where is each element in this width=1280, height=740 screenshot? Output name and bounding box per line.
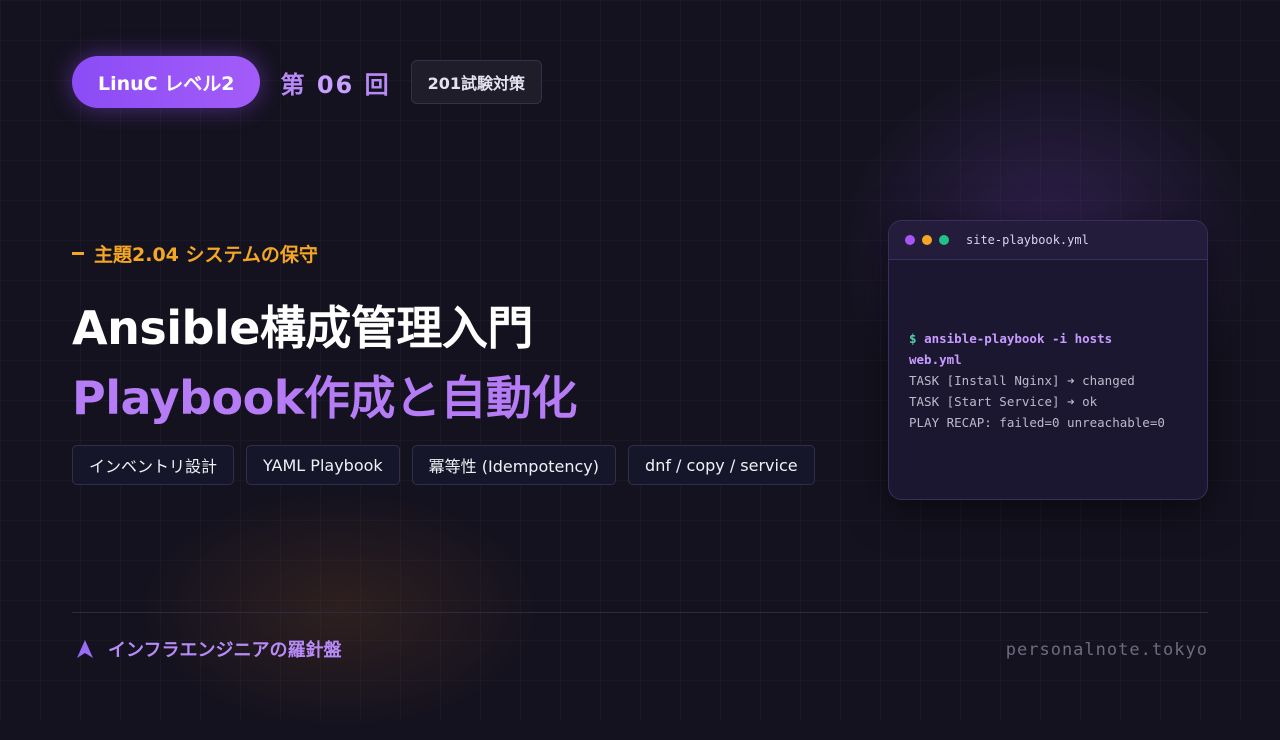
episode-number: 06 bbox=[316, 70, 355, 99]
terminal-titlebar: site-playbook.yml bbox=[889, 221, 1207, 260]
command-text: ansible-playbook -i hosts bbox=[924, 331, 1113, 346]
terminal-command: $ ansible-playbook -i hosts bbox=[909, 328, 1187, 349]
exam-badge: 201試験対策 bbox=[410, 60, 542, 104]
episode-prefix: 第 bbox=[280, 70, 307, 99]
page-subtitle: Playbook作成と自動化 bbox=[72, 371, 577, 425]
background-glow-warm bbox=[120, 480, 560, 740]
window-dot-icon bbox=[939, 235, 949, 245]
tag-inventory: インベントリ設計 bbox=[72, 445, 235, 485]
compass-arrow-icon bbox=[77, 640, 93, 658]
terminal-filename: site-playbook.yml bbox=[966, 233, 1089, 247]
window-dot-icon bbox=[922, 235, 932, 245]
tag-list: インベントリ設計 YAML Playbook 冪等性 (Idempotency)… bbox=[72, 445, 827, 485]
header: LinuC レベル2 第 06 回 201試験対策 bbox=[72, 56, 542, 108]
terminal-output-line: TASK [Start Service] ➜ ok bbox=[909, 394, 1098, 409]
prompt-symbol: $ bbox=[909, 331, 917, 346]
tag-yaml: YAML Playbook bbox=[246, 445, 400, 485]
terminal-output-line: TASK [Install Nginx] ➜ changed bbox=[909, 373, 1135, 388]
level-pill: LinuC レベル2 bbox=[72, 56, 261, 108]
footer-brand: インフラエンジニアの羅針盤 bbox=[76, 636, 341, 662]
terminal-window: site-playbook.yml $ ansible-playbook -i … bbox=[888, 220, 1208, 500]
brand-name: インフラエンジニアの羅針盤 bbox=[108, 640, 342, 661]
page-title: Ansible構成管理入門 bbox=[72, 301, 533, 355]
window-dot-icon bbox=[905, 235, 915, 245]
tag-modules: dnf / copy / service bbox=[628, 445, 815, 485]
topic-text: 主題2.04 システムの保守 bbox=[94, 244, 318, 266]
tag-idempotency: 冪等性 (Idempotency) bbox=[411, 445, 617, 485]
dash-icon bbox=[72, 252, 84, 255]
terminal-body: $ ansible-playbook -i hosts web.yml TASK… bbox=[889, 260, 1207, 433]
episode-label: 第 06 回 bbox=[280, 65, 390, 100]
command-continuation: web.yml bbox=[909, 352, 962, 367]
site-url: personalnote.tokyo bbox=[1005, 640, 1208, 660]
terminal-output-line: PLAY RECAP: failed=0 unreachable=0 bbox=[909, 415, 1165, 430]
episode-suffix: 回 bbox=[364, 70, 391, 99]
topic-subtitle: 主題2.04 システムの保守 bbox=[72, 240, 318, 267]
footer-divider bbox=[72, 612, 1208, 613]
